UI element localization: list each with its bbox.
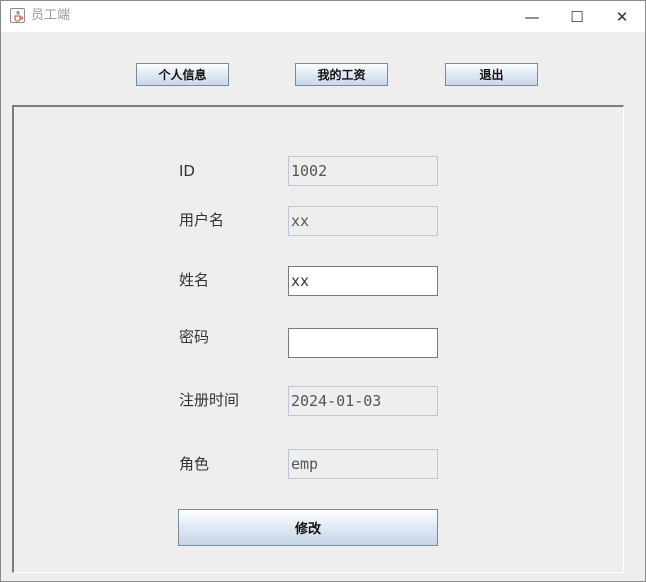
role-field[interactable] [288,449,438,479]
maximize-button[interactable]: ☐ [554,1,600,32]
java-cup-icon [10,8,25,23]
logout-button[interactable]: 退出 [445,63,538,86]
role-label: 角色 [179,455,210,473]
my-salary-button[interactable]: 我的工资 [295,63,388,86]
id-label: ID [179,162,195,180]
window-title: 员工端 [31,8,71,23]
register-time-field[interactable] [288,386,438,416]
password-field[interactable] [288,328,438,358]
name-field[interactable] [288,266,438,296]
username-field[interactable] [288,206,438,236]
personal-info-button[interactable]: 个人信息 [136,63,229,86]
title-bar[interactable]: 员工端 — ☐ ✕ [1,1,645,32]
modify-button[interactable]: 修改 [178,509,438,546]
app-window: 员工端 — ☐ ✕ 个人信息 我的工资 退出 ID 用户名 姓名 密码 注册时间… [0,0,646,582]
register-time-label: 注册时间 [179,391,240,409]
name-label: 姓名 [179,271,210,289]
password-label: 密码 [179,328,210,346]
id-field[interactable] [288,156,438,186]
minimize-button[interactable]: — [509,1,555,32]
username-label: 用户名 [179,211,225,229]
close-button[interactable]: ✕ [599,1,645,32]
